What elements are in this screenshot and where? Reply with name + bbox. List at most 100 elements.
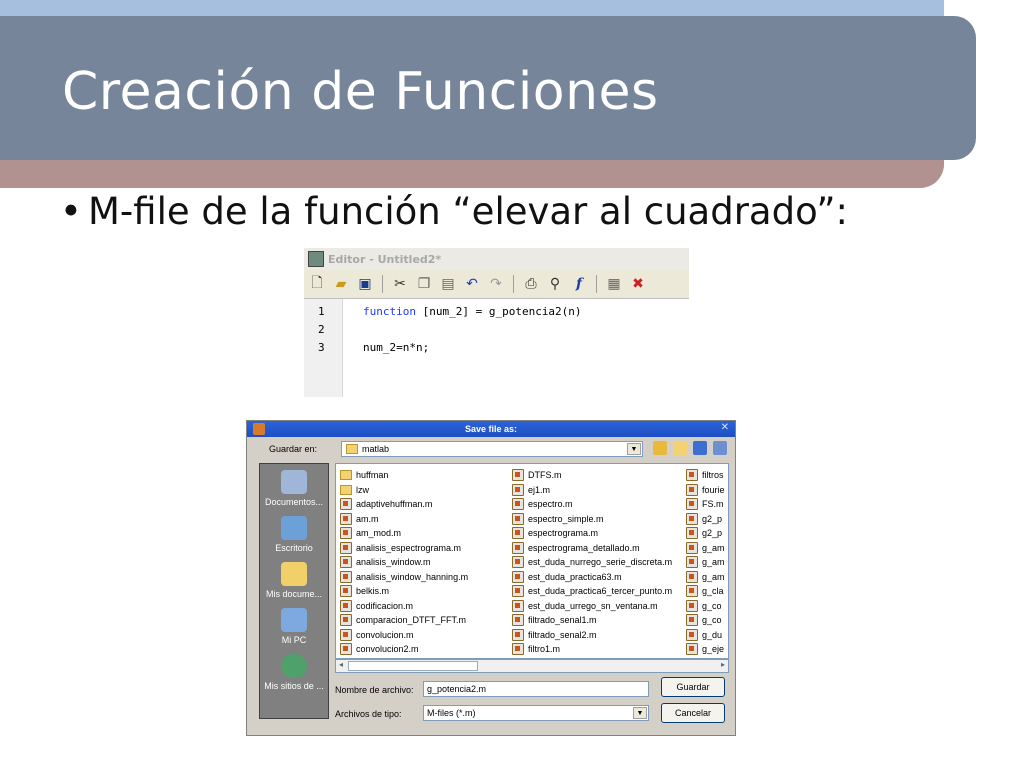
scroll-right-icon[interactable]: ▸ [721,660,725,669]
file-list-item[interactable]: am_mod.m [340,526,468,541]
file-list-item[interactable]: comparacion_DTFT_FFT.m [340,613,468,628]
m-file-icon [512,469,524,482]
scrollbar-thumb[interactable] [348,661,478,671]
save-button[interactable]: Guardar [661,677,725,697]
cancel-button[interactable]: Cancelar [661,703,725,723]
up-folder-icon[interactable] [653,441,667,455]
file-list-item[interactable]: g_co [686,613,725,628]
file-list-item[interactable]: espectro.m [512,497,672,512]
look-in-value: matlab [362,444,390,454]
file-list-item[interactable]: espectrograma_detallado.m [512,541,672,556]
file-list-item[interactable]: g_am [686,570,725,585]
file-name: est_duda_urrego_sn_ventana.m [528,600,658,611]
open-folder-icon[interactable]: ▰ [332,275,350,293]
place-recent[interactable]: Documentos... [260,470,328,507]
place-my-computer[interactable]: Mi PC [260,608,328,645]
file-list-item[interactable]: convolucion2.m [340,642,468,657]
file-list-item[interactable]: g2_p [686,526,725,541]
file-list-item[interactable]: fourie [686,483,725,498]
save-icon[interactable]: ▣ [356,275,374,293]
file-list-item[interactable]: lzw [340,483,468,498]
place-label: Mis docume... [265,589,323,599]
chevron-down-icon[interactable]: ▼ [627,443,641,455]
file-list-item[interactable]: filtros [686,468,725,483]
file-list-item[interactable]: g_eje [686,642,725,657]
file-name: g_am [702,542,725,553]
place-desktop[interactable]: Escritorio [260,516,328,553]
file-list-item[interactable]: est_duda_nurrego_serie_discreta.m [512,555,672,570]
file-list-item[interactable]: g_co [686,599,725,614]
paste-icon[interactable]: ▤ [439,275,457,293]
close-icon[interactable]: ✕ [721,422,729,433]
place-my-documents[interactable]: Mis docume... [260,562,328,599]
code-area[interactable]: function [num_2] = g_potencia2(n) num_2=… [343,299,689,397]
file-list-item[interactable]: ej1.m [512,483,672,498]
code-line: function [num_2] = g_potencia2(n) [363,305,689,323]
file-list-item[interactable]: convolucion.m [340,628,468,643]
chevron-down-icon[interactable]: ▼ [633,707,647,719]
file-column-3: filtros fourie FS.m g2_p g2_p g_am g_am g_am g_c… [686,468,725,657]
place-label: Documentos... [264,497,324,507]
file-list-item[interactable]: espectro_simple.m [512,512,672,527]
m-file-icon [686,469,698,482]
m-file-icon [686,556,698,569]
copy-icon[interactable]: ❐ [415,275,433,293]
file-list-item[interactable]: belkis.m [340,584,468,599]
file-name: g_cla [702,586,724,597]
m-file-icon [340,541,352,554]
file-list-item[interactable]: analisis_window.m [340,555,468,570]
horizontal-scrollbar[interactable]: ◂ ▸ [335,659,729,673]
toolbar-separator [513,275,514,293]
filename-input[interactable]: g_potencia2.m [423,681,649,697]
find-icon[interactable]: ⚲ [546,275,564,293]
file-list-item[interactable]: est_duda_practica6_tercer_punto.m [512,584,672,599]
file-name: convolucion2.m [356,644,419,655]
look-in-combo[interactable]: matlab ▼ [341,441,643,457]
file-list-item[interactable]: filtrado_senal2.m [512,628,672,643]
new-folder-icon[interactable] [673,441,687,455]
file-list-item[interactable]: espectrograma.m [512,526,672,541]
function-icon[interactable]: f [570,275,588,293]
file-list-item[interactable]: analisis_window_hanning.m [340,570,468,585]
cut-icon[interactable]: ✂ [391,275,409,293]
file-list-item[interactable]: am.m [340,512,468,527]
m-file-icon [686,541,698,554]
file-list-item[interactable]: filtrado_senal1.m [512,613,672,628]
place-network[interactable]: Mis sitios de ... [260,654,328,691]
filetype-select[interactable]: M-files (*.m) ▼ [423,705,649,721]
view-menu-icon[interactable] [693,441,707,455]
file-list-item[interactable]: adaptivehuffman.m [340,497,468,512]
file-list-item[interactable]: DTFS.m [512,468,672,483]
file-list-item[interactable]: filtro1.m [512,642,672,657]
new-file-icon[interactable]: 🗋 [308,275,326,293]
desktop-icon [281,516,307,540]
file-list-item[interactable]: analisis_espectrograma.m [340,541,468,556]
m-file-icon [512,512,524,525]
file-name: g_co [702,615,722,626]
scroll-left-icon[interactable]: ◂ [339,660,343,669]
stack-icon[interactable]: ▦ [605,275,623,293]
clear-breakpoints-icon[interactable]: ✖ [629,275,647,293]
file-list-item[interactable]: g2_p [686,512,725,527]
filetype-label: Archivos de tipo: [335,709,402,719]
file-list[interactable]: huffman lzw adaptivehuffman.m am.m am_mod.m a… [335,463,729,659]
file-list-item[interactable]: codificacion.m [340,599,468,614]
details-view-icon[interactable] [713,441,727,455]
file-name: analisis_window.m [356,557,431,568]
file-list-item[interactable]: FS.m [686,497,725,512]
undo-icon[interactable]: ↶ [463,275,481,293]
dialog-nav-toolbar [653,441,727,455]
file-list-item[interactable]: est_duda_urrego_sn_ventana.m [512,599,672,614]
file-list-item[interactable]: huffman [340,468,468,483]
file-list-item[interactable]: g_du [686,628,725,643]
file-list-item[interactable]: g_am [686,555,725,570]
file-list-item[interactable]: est_duda_practica63.m [512,570,672,585]
file-list-item[interactable]: g_am [686,541,725,556]
print-icon[interactable]: ⎙ [522,275,540,293]
m-file-icon [512,556,524,569]
file-name: DTFS.m [528,470,562,481]
file-list-item[interactable]: g_cla [686,584,725,599]
slide-title: Creación de Funciones [62,62,659,122]
editor-body[interactable]: 1 2 3 function [num_2] = g_potencia2(n) … [304,299,689,397]
redo-icon[interactable]: ↷ [487,275,505,293]
